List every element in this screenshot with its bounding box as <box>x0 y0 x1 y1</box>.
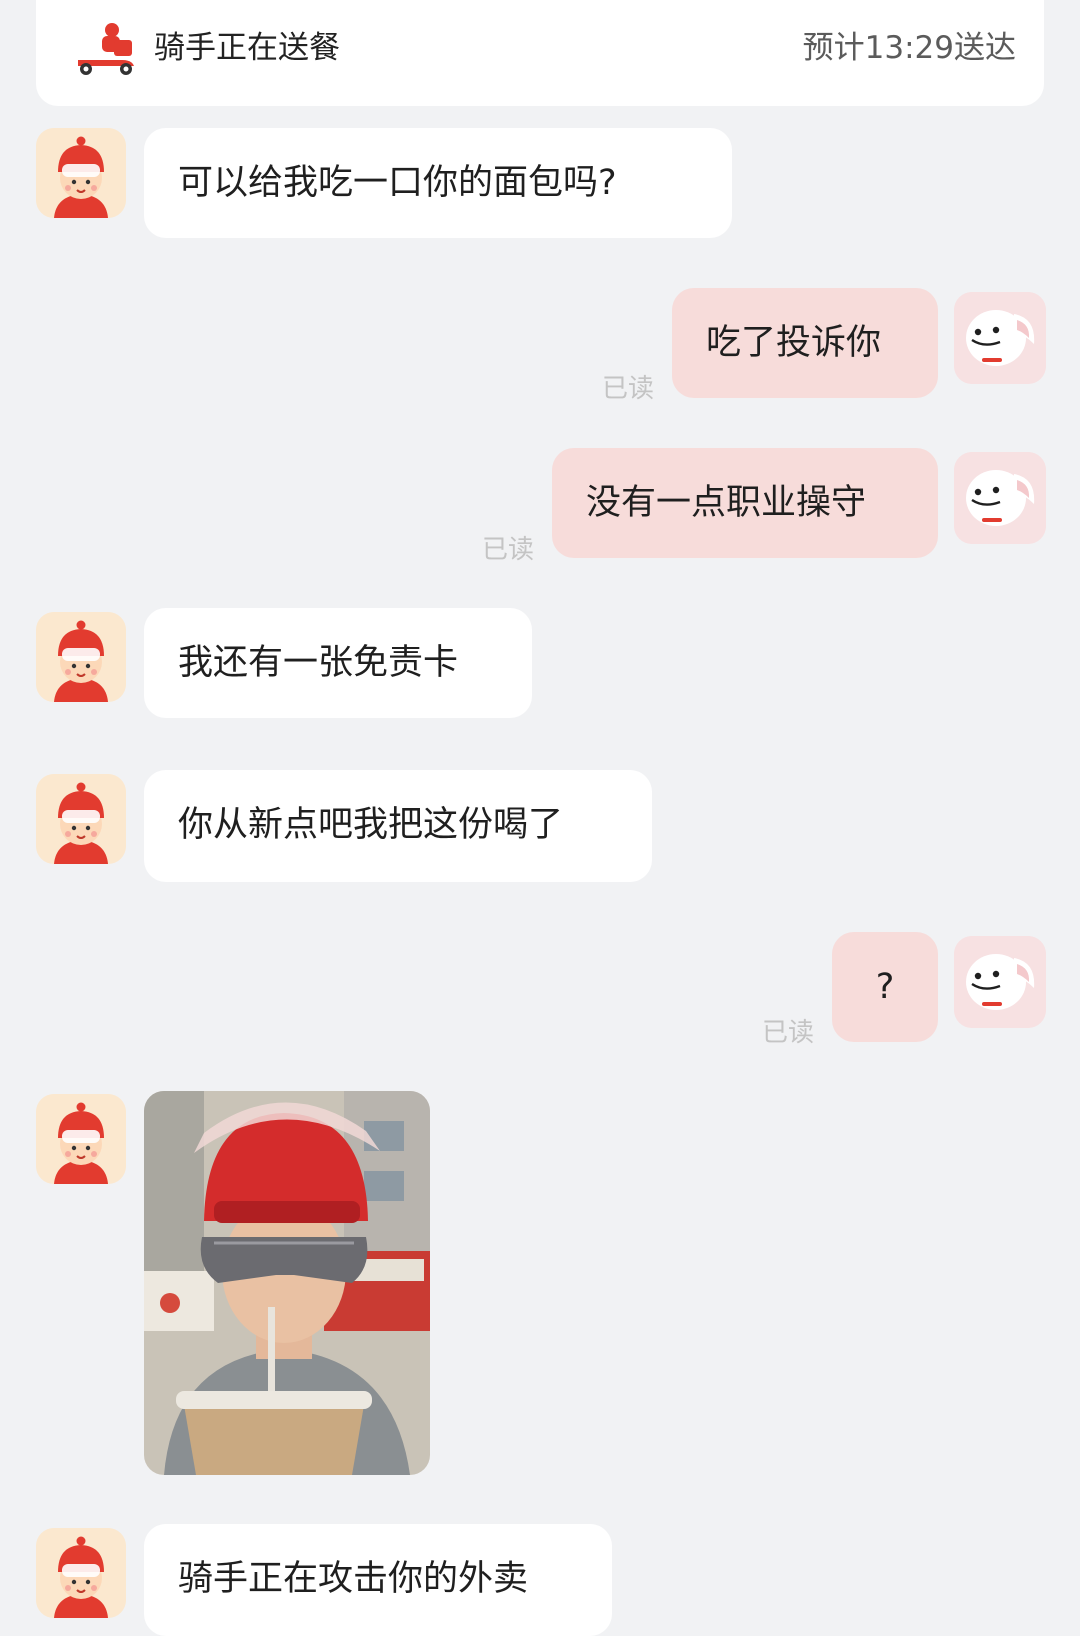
rider-avatar[interactable] <box>36 1528 126 1618</box>
message-text: 你从新点吧我把这份喝了 <box>178 805 564 845</box>
rider-helmet-avatar-icon <box>36 1528 126 1618</box>
delivery-status-title: 骑手正在送餐 <box>154 30 340 66</box>
rider-avatar[interactable] <box>36 1094 126 1184</box>
message-bubble-incoming[interactable]: 可以给我吃一口你的面包吗? <box>144 128 732 238</box>
rider-avatar[interactable] <box>36 774 126 864</box>
delivery-scooter-icon <box>78 23 134 75</box>
message-photo[interactable] <box>144 1091 430 1475</box>
message-bubble-outgoing[interactable]: ? <box>832 932 938 1042</box>
message-bubble-incoming[interactable]: 我还有一张免责卡 <box>144 608 532 718</box>
read-receipt: 已读 <box>482 535 535 565</box>
message-text: 我还有一张免责卡 <box>178 643 459 683</box>
read-receipt: 已读 <box>762 1018 815 1048</box>
white-dog-mascot-avatar-icon <box>954 292 1046 384</box>
white-dog-mascot-avatar-icon <box>954 936 1046 1028</box>
rider-helmet-avatar-icon <box>36 612 126 702</box>
message-text: 骑手正在攻击你的外卖 <box>178 1559 529 1599</box>
message-bubble-outgoing[interactable]: 吃了投诉你 <box>672 288 938 398</box>
message-text: 没有一点职业操守 <box>586 483 867 523</box>
rider-avatar[interactable] <box>36 612 126 702</box>
message-bubble-outgoing[interactable]: 没有一点职业操守 <box>552 448 938 558</box>
message-text: 可以给我吃一口你的面包吗? <box>178 163 617 203</box>
white-dog-mascot-avatar-icon <box>954 452 1046 544</box>
rider-helmet-avatar-icon <box>36 1094 126 1184</box>
message-text: 吃了投诉你 <box>706 323 882 363</box>
rider-helmet-avatar-icon <box>36 128 126 218</box>
rider-avatar[interactable] <box>36 128 126 218</box>
estimated-arrival-time: 预计13:29送达 <box>802 30 1016 66</box>
message-bubble-incoming[interactable]: 你从新点吧我把这份喝了 <box>144 770 652 882</box>
my-avatar[interactable] <box>954 452 1046 544</box>
my-avatar[interactable] <box>954 936 1046 1028</box>
delivery-status-header[interactable]: 骑手正在送餐 预计13:29送达 <box>36 0 1044 106</box>
message-bubble-incoming[interactable]: 骑手正在攻击你的外卖 <box>144 1524 612 1636</box>
read-receipt: 已读 <box>602 374 655 404</box>
rider-helmet-avatar-icon <box>36 774 126 864</box>
message-text: ? <box>875 967 895 1007</box>
rider-selfie-photo <box>144 1091 430 1475</box>
my-avatar[interactable] <box>954 292 1046 384</box>
